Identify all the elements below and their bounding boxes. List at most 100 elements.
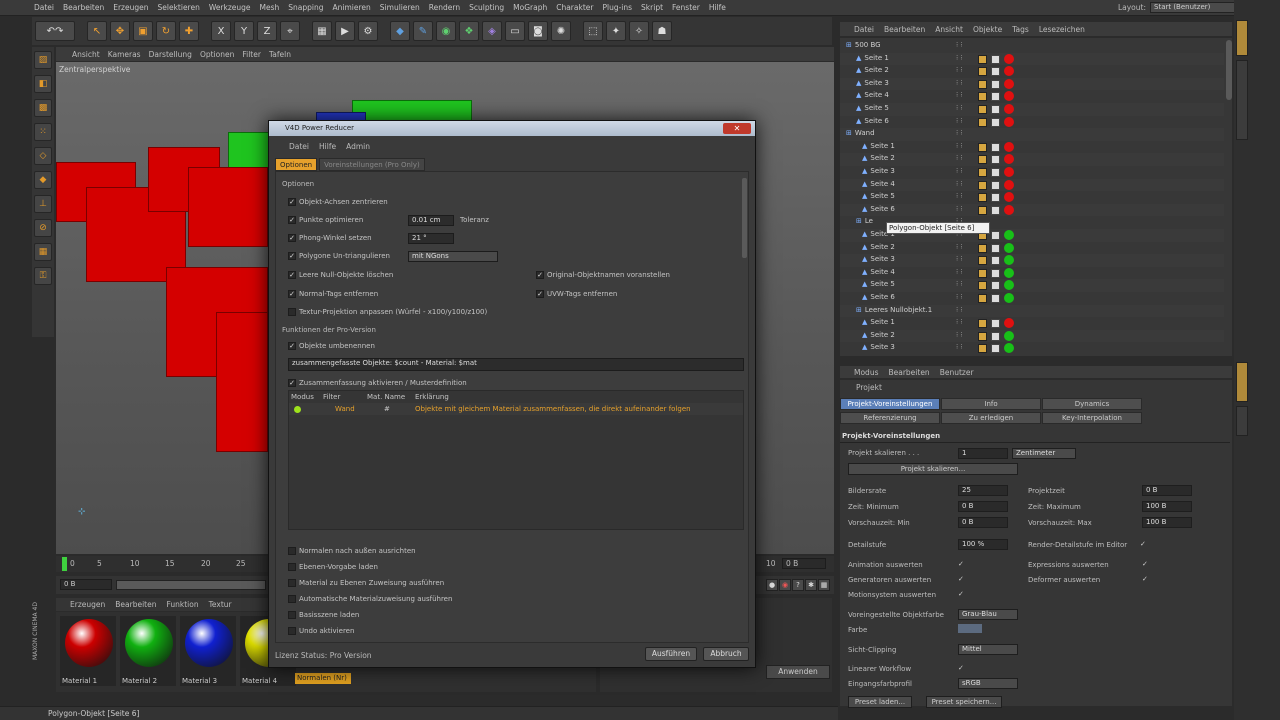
object-row[interactable]: ▲ Seite 3 ⁝ ⁝: [840, 342, 1224, 355]
cube-object-icon[interactable]: ◆: [390, 21, 410, 41]
visibility-toggle[interactable]: ⁝ ⁝: [956, 318, 963, 326]
attr-menu-item[interactable]: Modus: [854, 368, 878, 377]
visibility-toggle[interactable]: ⁝ ⁝: [956, 180, 963, 188]
uvw-tag-icon[interactable]: [991, 231, 1000, 240]
texture-mode-icon[interactable]: ▩: [34, 99, 52, 117]
start-frame-field[interactable]: 0 B: [60, 579, 112, 590]
tab-dynamics[interactable]: Dynamics: [1042, 398, 1142, 410]
object-row[interactable]: ▲ Seite 5 ⁝ ⁝: [840, 191, 1224, 204]
uvw-tag-icon[interactable]: [991, 256, 1000, 266]
uvw-tag-icon[interactable]: [991, 142, 1000, 152]
object-row[interactable]: ▲ Seite 4 ⁝ ⁝: [840, 178, 1224, 192]
object-row[interactable]: ▲ Seite 4 ⁝ ⁝: [840, 90, 1224, 103]
points-mode-icon[interactable]: ⁙: [34, 123, 52, 141]
phong-tag-icon[interactable]: [978, 105, 987, 114]
side-tab[interactable]: [1236, 20, 1248, 56]
checkbox[interactable]: ✓: [288, 252, 296, 260]
visibility-toggle[interactable]: ⁝ ⁝: [956, 343, 963, 351]
checkbox[interactable]: [288, 611, 296, 619]
add-tool-icon[interactable]: ✚: [179, 21, 199, 41]
material-menu-item[interactable]: Bearbeiten: [115, 600, 156, 609]
prefix-names-option[interactable]: ✓ Original-Objektnamen voranstellen: [536, 271, 670, 279]
menu-item[interactable]: Hilfe: [709, 3, 726, 12]
phong-tag-icon[interactable]: [978, 331, 987, 341]
expressions-checkbox[interactable]: ✓: [1142, 560, 1148, 568]
checkbox[interactable]: ✓: [288, 216, 296, 224]
object-row[interactable]: ⊞ Wand ⁝ ⁝: [840, 128, 1224, 141]
layout-selector[interactable]: Layout: Start (Benutzer): [1118, 2, 1246, 13]
project-time-field[interactable]: 0 B: [1142, 485, 1192, 496]
checkbox[interactable]: ✓: [288, 342, 296, 350]
material-tag-icon[interactable]: [1004, 179, 1014, 190]
clipping-dropdown[interactable]: Mittel: [958, 644, 1018, 655]
visibility-toggle[interactable]: ⁝ ⁝: [956, 268, 963, 276]
material-tag-icon[interactable]: [1004, 154, 1014, 165]
material-tag-icon[interactable]: [1004, 318, 1014, 329]
uvw-tag-icon[interactable]: [991, 155, 1000, 165]
generators-checkbox[interactable]: ✓: [958, 575, 964, 583]
visibility-toggle[interactable]: ⁝ ⁝: [956, 66, 963, 74]
snap-icon[interactable]: ⊘: [34, 219, 52, 237]
run-button[interactable]: Ausführen: [645, 647, 697, 661]
material-tag-icon[interactable]: [1004, 192, 1014, 203]
deformer-icon[interactable]: ◈: [482, 21, 502, 41]
close-icon[interactable]: ✕: [723, 123, 751, 134]
dialog-menu-item[interactable]: Admin: [346, 142, 370, 151]
phong-tag-icon[interactable]: [978, 142, 987, 152]
menu-item[interactable]: Selektieren: [158, 3, 200, 12]
phong-tag-icon[interactable]: [978, 344, 987, 354]
visibility-toggle[interactable]: ⁝ ⁝: [956, 192, 963, 200]
checkbox[interactable]: ✓: [288, 379, 296, 387]
uvw-tag-icon[interactable]: [991, 168, 1000, 177]
object-row[interactable]: ▲ Seite 3 ⁝ ⁝: [840, 254, 1224, 267]
menu-item[interactable]: Sculpting: [469, 3, 504, 12]
lod-field[interactable]: 100 %: [958, 539, 1008, 550]
column-header-material[interactable]: Mat. Name: [367, 393, 405, 401]
animation-checkbox[interactable]: ✓: [958, 560, 964, 568]
uvw-tag-icon[interactable]: [991, 331, 1000, 341]
checkbox[interactable]: ✓: [536, 271, 544, 279]
checkbox[interactable]: ✓: [288, 198, 296, 206]
object-row[interactable]: ▲ Seite 6 ⁝ ⁝: [840, 203, 1224, 217]
phong-tag-icon[interactable]: [978, 168, 987, 177]
object-row[interactable]: ▲ Seite 3 ⁝ ⁝: [840, 77, 1224, 91]
uvw-tag-icon[interactable]: [991, 268, 1000, 278]
material-tag-icon[interactable]: [1004, 104, 1014, 114]
scale-project-button[interactable]: Projekt skalieren...: [848, 463, 1018, 475]
delete-nulls-option[interactable]: ✓ Leere Null-Objekte löschen: [288, 271, 393, 279]
material-tag-icon[interactable]: [1004, 78, 1014, 89]
camera-icon[interactable]: ◙: [528, 21, 548, 41]
phong-tag-icon[interactable]: [978, 268, 987, 278]
coord-system-icon[interactable]: ⌖: [280, 21, 300, 41]
render-settings-icon[interactable]: ⚙: [358, 21, 378, 41]
render-region-icon[interactable]: ▦: [312, 21, 332, 41]
untriangulate-dropdown[interactable]: mit NGons: [408, 251, 498, 262]
phong-tag-icon[interactable]: [978, 205, 987, 215]
preview-max-field[interactable]: 100 B: [1142, 517, 1192, 528]
material-menu-item[interactable]: Erzeugen: [70, 600, 105, 609]
plugin-icon[interactable]: ⬚: [583, 21, 603, 41]
object-mode-icon[interactable]: ◧: [34, 75, 52, 93]
phong-tag-icon[interactable]: [978, 256, 987, 266]
object-row[interactable]: ⊞ Leeres Nullobjekt.1 ⁝ ⁝: [840, 304, 1224, 318]
phong-tag-icon[interactable]: [978, 193, 987, 203]
checkbox[interactable]: [288, 563, 296, 571]
column-header-filter[interactable]: Filter: [323, 393, 340, 401]
axis-mode-icon[interactable]: ⊥: [34, 195, 52, 213]
object-row[interactable]: ▲ Seite 5 ⁝ ⁝: [840, 103, 1224, 116]
checkbox[interactable]: [288, 579, 296, 587]
material-tag-icon[interactable]: [1004, 343, 1014, 354]
object-row[interactable]: ▲ Seite 2 ⁝ ⁝: [840, 65, 1224, 78]
visibility-toggle[interactable]: ⁝ ⁝: [956, 79, 963, 87]
side-tab[interactable]: [1236, 406, 1248, 436]
tolerance-field[interactable]: 0.01 cm: [408, 215, 454, 226]
render-view-icon[interactable]: ▶: [335, 21, 355, 41]
viewport-menu-item[interactable]: Kameras: [108, 50, 141, 59]
object-menu-item[interactable]: Bearbeiten: [884, 25, 925, 34]
phong-option[interactable]: ✓ Phong-Winkel setzen: [288, 234, 372, 242]
nurbs-icon[interactable]: ◉: [436, 21, 456, 41]
menu-item[interactable]: Werkzeuge: [209, 3, 251, 12]
object-row[interactable]: ▲ Seite 2 ⁝ ⁝: [840, 242, 1224, 255]
object-menu-item[interactable]: Datei: [854, 25, 874, 34]
material-tag-icon[interactable]: [1004, 141, 1014, 152]
